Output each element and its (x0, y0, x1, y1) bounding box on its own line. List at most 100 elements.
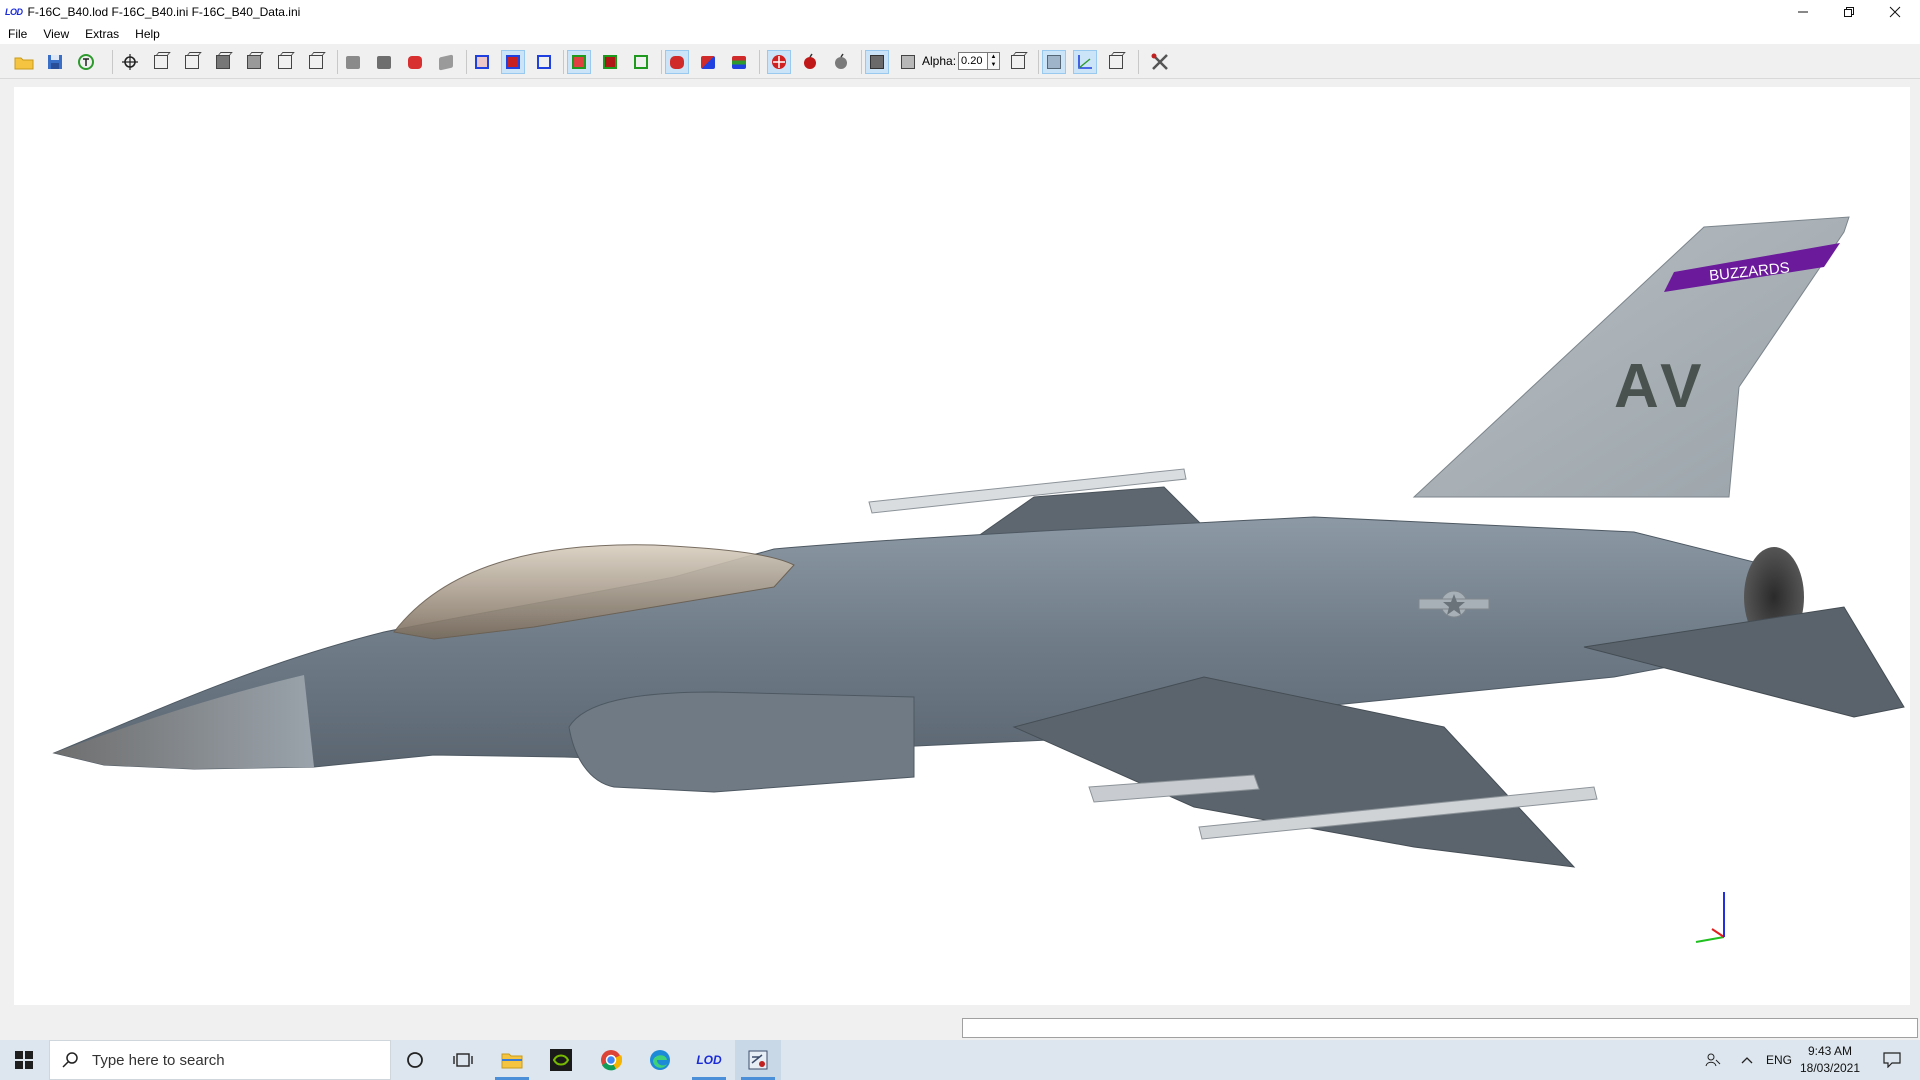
toolbar-separator (563, 50, 564, 74)
lod-app-button[interactable]: LOD (686, 1040, 732, 1080)
view-back-button[interactable] (180, 50, 204, 74)
edge-button[interactable] (637, 1040, 683, 1080)
view-back-icon (185, 55, 199, 69)
search-icon (62, 1052, 78, 1068)
model-viewport[interactable]: BUZZARDS AV (14, 87, 1910, 1005)
shade-red-button[interactable] (403, 50, 427, 74)
shade-solid-button[interactable] (372, 50, 396, 74)
axis-y-line (1695, 936, 1725, 943)
bomb-red-button[interactable] (798, 50, 822, 74)
search-placeholder: Type here to search (92, 1051, 225, 1069)
restore-button[interactable] (1826, 0, 1872, 24)
clock[interactable]: 9:43 AM 18/03/2021 (1796, 1043, 1864, 1077)
menu-extras[interactable]: Extras (77, 27, 127, 41)
file-explorer-button[interactable] (489, 1040, 535, 1080)
reload-icon (78, 54, 94, 70)
search-box[interactable]: Type here to search (49, 1040, 391, 1080)
green-box-filled-button[interactable] (598, 50, 622, 74)
view-bottom-icon (247, 55, 261, 69)
bomb-red-icon (804, 53, 816, 69)
shade-gray-button[interactable] (434, 50, 458, 74)
hit-point-button[interactable] (767, 50, 791, 74)
view-front-button[interactable] (149, 50, 173, 74)
toolbar-separator (466, 50, 467, 74)
cube-alpha-button[interactable] (1006, 50, 1030, 74)
lod-editor-button[interactable] (735, 1040, 781, 1080)
save-button[interactable] (43, 50, 67, 74)
chrome-icon (601, 1050, 622, 1071)
restore-icon (1844, 7, 1854, 17)
open-button[interactable] (12, 50, 36, 74)
view-front-icon (154, 55, 168, 69)
nose-cone (54, 675, 314, 769)
start-button[interactable] (0, 1040, 48, 1080)
view-top-button[interactable] (211, 50, 235, 74)
bounding-box-button[interactable] (532, 50, 556, 74)
status-field (962, 1018, 1918, 1038)
cortana-button[interactable] (392, 1040, 438, 1080)
cube-solid-button[interactable] (865, 50, 889, 74)
bomb-gray-icon (835, 53, 847, 69)
people-icon (1705, 1053, 1721, 1067)
menu-file[interactable]: File (0, 27, 35, 41)
notifications-button[interactable] (1872, 1040, 1912, 1080)
alpha-input[interactable] (958, 52, 989, 70)
nvidia-button[interactable] (538, 1040, 584, 1080)
green-box-outline-button[interactable] (629, 50, 653, 74)
toolbar-separator (759, 50, 760, 74)
people-button[interactable] (1700, 1040, 1726, 1080)
spin-up-icon[interactable]: ▲ (991, 53, 997, 61)
alpha-spinner[interactable]: ▲ ▼ (988, 52, 1001, 70)
task-view-button[interactable] (440, 1040, 486, 1080)
box-outline-icon (1109, 55, 1123, 69)
reload-button[interactable] (74, 50, 98, 74)
box-outline-button[interactable] (1104, 50, 1128, 74)
tools-icon (1151, 53, 1168, 70)
aircraft-model: BUZZARDS AV (52, 216, 1905, 868)
bounding-box-blue-icon (475, 55, 489, 69)
air-intake (568, 691, 915, 793)
tools-button[interactable] (1148, 50, 1172, 74)
menu-help[interactable]: Help (127, 27, 168, 41)
cube-wire-button[interactable] (896, 50, 920, 74)
zoom-icon (122, 54, 138, 70)
bounding-box-blue-button[interactable] (470, 50, 494, 74)
layered-mesh-button[interactable] (727, 50, 751, 74)
view-left-button[interactable] (273, 50, 297, 74)
color-mesh-icon (701, 55, 715, 69)
zoom-button[interactable] (118, 50, 142, 74)
shade-flat-button[interactable] (341, 50, 365, 74)
cube-alpha-icon (1011, 55, 1025, 69)
hit-point-icon (772, 55, 786, 69)
view-bottom-button[interactable] (242, 50, 266, 74)
close-button[interactable] (1872, 0, 1918, 24)
color-mesh-button[interactable] (696, 50, 720, 74)
menu-view[interactable]: View (35, 27, 77, 41)
red-mesh-button[interactable] (665, 50, 689, 74)
notification-icon (1883, 1052, 1901, 1068)
chrome-button[interactable] (588, 1040, 634, 1080)
axes-button[interactable] (1073, 50, 1097, 74)
axis-gizmo (1695, 892, 1725, 943)
lod-app-icon: LOD (696, 1053, 722, 1067)
bounding-box-active-button[interactable] (501, 50, 525, 74)
view-left-icon (278, 55, 292, 69)
axis-x-line (1711, 928, 1725, 938)
close-icon (1889, 6, 1901, 18)
language-indicator[interactable]: ENG (1764, 1040, 1794, 1080)
cube-solid-icon (870, 55, 884, 69)
texture-button[interactable] (1042, 50, 1066, 74)
status-bar (0, 1005, 1920, 1045)
view-top-icon (216, 55, 230, 69)
edge-icon (650, 1050, 670, 1070)
bomb-gray-button[interactable] (829, 50, 853, 74)
minimize-button[interactable] (1780, 0, 1826, 24)
view-right-button[interactable] (304, 50, 328, 74)
layered-mesh-icon (732, 55, 746, 69)
green-box-button[interactable] (567, 50, 591, 74)
spin-down-icon[interactable]: ▼ (991, 61, 997, 69)
cube-wire-icon (901, 55, 915, 69)
green-box-filled-icon (603, 55, 617, 69)
alpha-control: Alpha: ▲ ▼ (922, 50, 1001, 72)
tray-overflow-button[interactable] (1736, 1040, 1758, 1080)
